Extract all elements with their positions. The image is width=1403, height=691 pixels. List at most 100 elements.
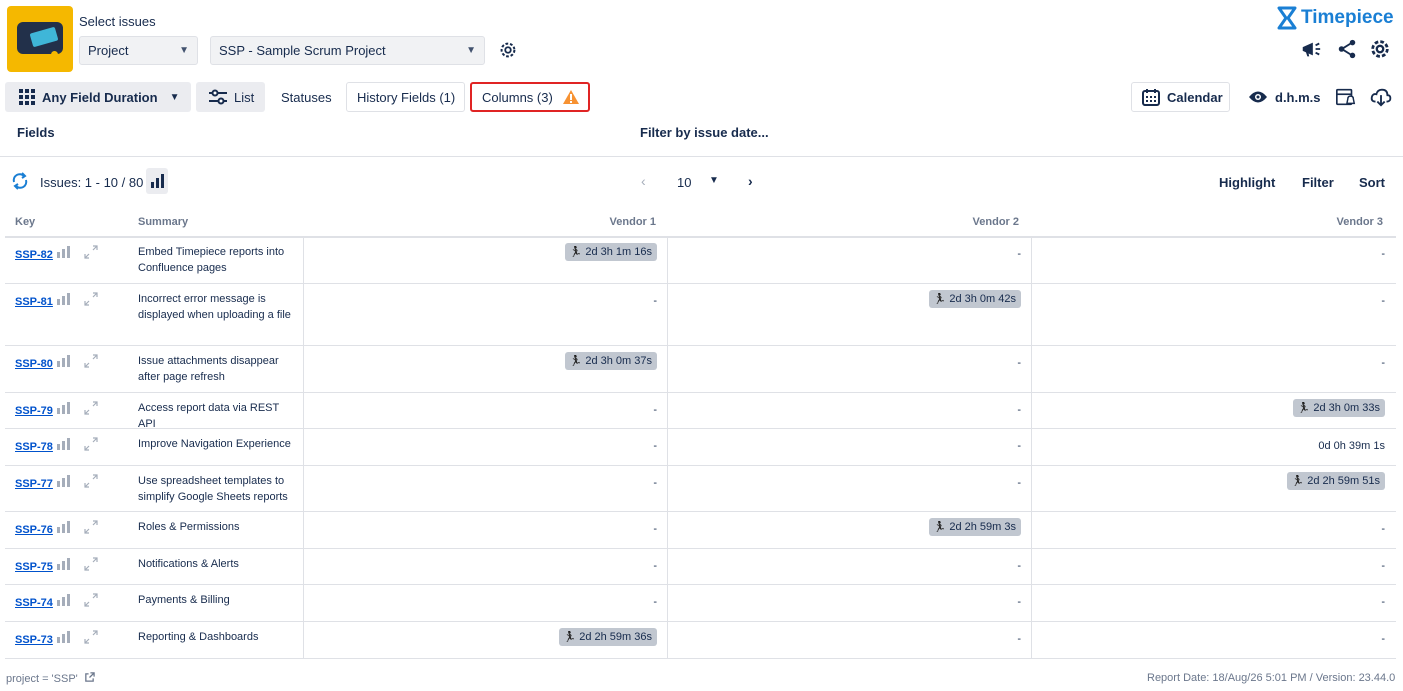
bar-chart-icon[interactable] (57, 631, 71, 643)
fields-label[interactable]: Fields (17, 125, 55, 140)
issue-key-link[interactable]: SSP-77 (15, 478, 53, 490)
column-separator (1031, 429, 1032, 465)
issue-summary: Reporting & Dashboards (138, 631, 259, 643)
column-header-vendor-3[interactable]: Vendor 3 (1287, 216, 1383, 228)
issue-summary: Payments & Billing (138, 594, 230, 606)
megaphone-icon[interactable] (1300, 38, 1322, 60)
duration-value: - (1017, 440, 1021, 452)
history-fields-button[interactable]: History Fields (1) (346, 82, 465, 112)
bar-chart-icon[interactable] (57, 594, 71, 606)
time-format-label: d.h.m.s (1275, 89, 1321, 105)
any-field-duration-button[interactable]: Any Field Duration ▼ (5, 82, 191, 112)
issue-key-link[interactable]: SSP-76 (15, 524, 53, 536)
columns-button[interactable]: Columns (3) (470, 82, 590, 112)
column-header-vendor-2[interactable]: Vendor 2 (923, 216, 1019, 228)
duration-cell-vendor-3: - (1381, 295, 1385, 307)
filter-by-date[interactable]: Filter by issue date... (640, 125, 769, 140)
sort-button[interactable]: Sort (1359, 175, 1385, 190)
duration-badge[interactable]: 🏃 2d 3h 0m 37s (564, 352, 657, 370)
duration-badge[interactable]: 🏃 2d 3h 0m 42s (928, 290, 1021, 308)
column-header-vendor-1[interactable]: Vendor 1 (560, 216, 656, 228)
calendar-alert-icon[interactable] (1335, 86, 1357, 108)
expand-icon[interactable] (83, 436, 99, 452)
duration-value: - (653, 295, 657, 307)
issue-key-link[interactable]: SSP-80 (15, 358, 53, 370)
settings-gear-icon[interactable] (497, 39, 519, 61)
column-separator (1031, 393, 1032, 428)
duration-value: - (1381, 357, 1385, 369)
cloud-download-icon[interactable] (1370, 86, 1392, 108)
issue-key-link[interactable]: SSP-82 (15, 249, 53, 261)
column-separator (303, 512, 304, 548)
expand-icon[interactable] (83, 629, 99, 645)
refresh-icon[interactable] (10, 171, 30, 191)
expand-icon[interactable] (83, 519, 99, 535)
project-value-select[interactable]: SSP - Sample Scrum Project ▼ (210, 36, 485, 65)
bar-chart-icon[interactable] (57, 475, 71, 487)
duration-value: - (1381, 633, 1385, 645)
column-separator (1031, 237, 1032, 283)
duration-badge[interactable]: 🏃 2d 2h 59m 3s (928, 518, 1021, 536)
expand-icon[interactable] (83, 291, 99, 307)
gear-icon[interactable] (1369, 38, 1391, 60)
duration-badge[interactable]: 🏃 2d 2h 59m 36s (558, 628, 657, 646)
bar-chart-icon[interactable] (57, 355, 71, 367)
bar-chart-icon[interactable] (57, 521, 71, 533)
issue-key-link[interactable]: SSP-73 (15, 634, 53, 646)
issue-key-link[interactable]: SSP-75 (15, 561, 53, 573)
duration-badge[interactable]: 🏃 2d 3h 1m 16s (564, 243, 657, 261)
highlight-button[interactable]: Highlight (1219, 175, 1275, 190)
jql-query[interactable]: project = 'SSP' (6, 672, 95, 685)
duration-value: - (1017, 357, 1021, 369)
duration-cell-vendor-2: 🏃 2d 2h 59m 3s (928, 518, 1021, 536)
table-row: SSP-77 Use spreadsheet templates to simpl… (5, 466, 1396, 512)
issue-key-link[interactable]: SSP-79 (15, 405, 53, 417)
duration-badge[interactable]: 🏃 2d 2h 59m 51s (1286, 472, 1385, 490)
duration-value: 2d 2h 59m 36s (579, 631, 652, 643)
share-icon[interactable] (1336, 38, 1358, 60)
duration-cell-vendor-2: - (1017, 477, 1021, 489)
column-header-summary[interactable]: Summary (138, 216, 188, 228)
report-info: Report Date: 18/Aug/26 5:01 PM / Version… (1147, 672, 1396, 684)
expand-icon[interactable] (83, 473, 99, 489)
column-header-key[interactable]: Key (15, 216, 35, 228)
expand-icon[interactable] (83, 244, 99, 260)
bar-chart-icon[interactable] (57, 402, 71, 414)
page-size-select[interactable]: 10 (677, 175, 691, 190)
select-issues-label: Select issues (79, 14, 156, 29)
filter-button[interactable]: Filter (1302, 175, 1334, 190)
duration-badge[interactable]: 🏃 2d 3h 0m 33s (1292, 399, 1385, 417)
next-page-icon[interactable]: › (748, 173, 753, 189)
statuses-button[interactable]: Statuses (271, 82, 342, 112)
expand-icon[interactable] (83, 556, 99, 572)
duration-value: 2d 2h 59m 51s (1307, 475, 1380, 487)
running-person-icon: 🏃 (933, 293, 947, 305)
column-separator (1031, 466, 1032, 511)
table-row: SSP-82 Embed Timepiece reports into Confl… (5, 237, 1396, 284)
project-select[interactable]: Project ▼ (79, 36, 198, 65)
table-row: SSP-76 Roles & Permissions - 🏃 2d 2h 59m 3s - (5, 512, 1396, 549)
issue-key-link[interactable]: SSP-81 (15, 296, 53, 308)
list-button[interactable]: List (196, 82, 265, 112)
calendar-button[interactable]: Calendar (1131, 82, 1230, 112)
section-divider (0, 156, 1403, 157)
time-format-button[interactable]: d.h.m.s (1242, 82, 1327, 112)
issue-key-link[interactable]: SSP-74 (15, 597, 53, 609)
bar-chart-icon[interactable] (57, 558, 71, 570)
column-separator (667, 622, 668, 658)
expand-icon[interactable] (83, 592, 99, 608)
issue-key-link[interactable]: SSP-78 (15, 441, 53, 453)
expand-icon[interactable] (83, 400, 99, 416)
table-row: SSP-73 Reporting & Dashboards 🏃 2d 2h 59m 3… (5, 622, 1396, 659)
column-separator (303, 622, 304, 658)
column-separator (1031, 585, 1032, 621)
chart-toggle-button[interactable] (146, 168, 168, 194)
previous-page-icon[interactable]: ‹ (641, 173, 646, 189)
bar-chart-icon[interactable] (57, 293, 71, 305)
bar-chart-icon[interactable] (57, 246, 71, 258)
table-row: SSP-78 Improve Navigation Experience - - 0d … (5, 429, 1396, 466)
bar-chart-icon[interactable] (57, 438, 71, 450)
expand-icon[interactable] (83, 353, 99, 369)
chevron-down-icon[interactable]: ▼ (709, 175, 719, 186)
column-separator (667, 466, 668, 511)
